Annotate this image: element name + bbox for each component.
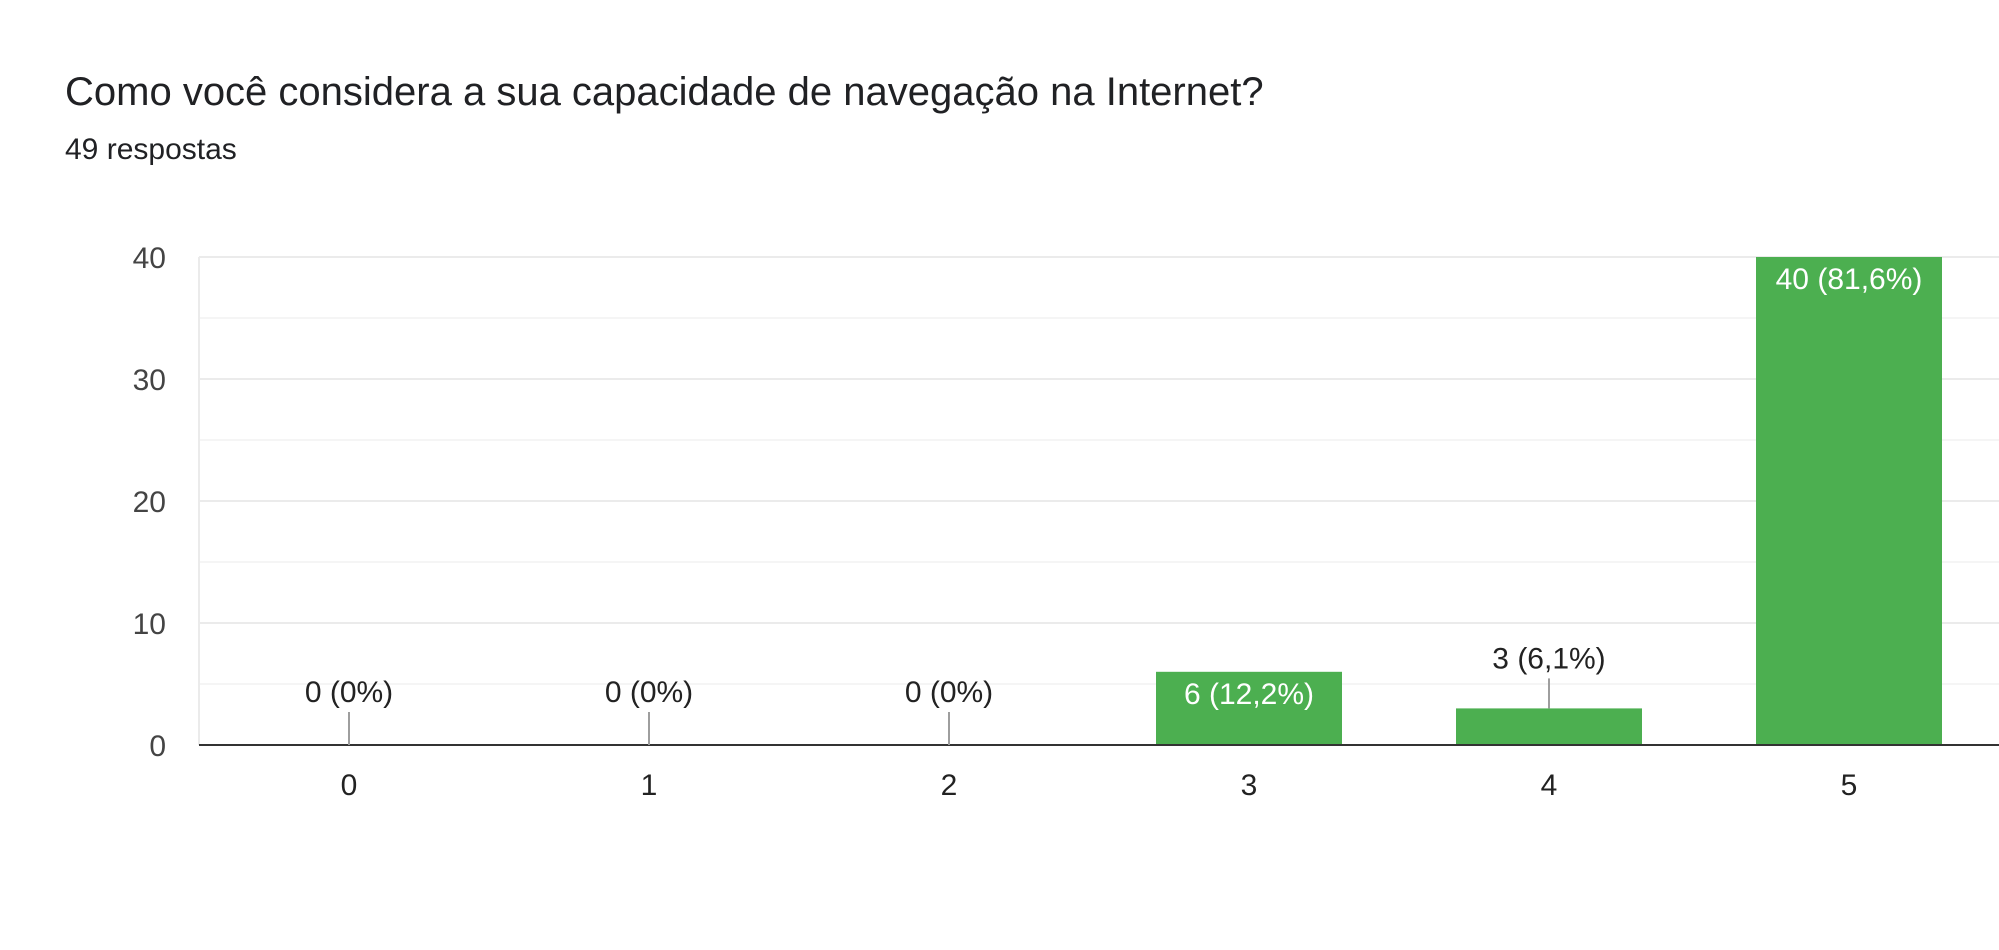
y-tick-label: 10 bbox=[133, 608, 166, 641]
bar bbox=[1756, 257, 1942, 745]
x-tick-label: 0 bbox=[341, 769, 358, 802]
data-label: 0 (0%) bbox=[605, 676, 693, 709]
data-labels: 0 (0%) 0 (0%) 0 (0%) 6 (12,2%) 3 (6,1%) 40 (8… bbox=[305, 263, 1923, 711]
y-tick-label: 30 bbox=[133, 364, 166, 397]
bar bbox=[1456, 708, 1642, 745]
data-label: 3 (6,1%) bbox=[1492, 642, 1605, 675]
x-tick-label: 2 bbox=[941, 769, 958, 802]
x-tick-label: 5 bbox=[1841, 769, 1858, 802]
x-tick-label: 1 bbox=[641, 769, 658, 802]
data-label: 6 (12,2%) bbox=[1184, 678, 1314, 711]
data-label: 0 (0%) bbox=[905, 676, 993, 709]
data-label: 0 (0%) bbox=[305, 676, 393, 709]
x-axis-ticks: 0 1 2 3 4 5 bbox=[341, 769, 1858, 802]
x-tick-label: 3 bbox=[1241, 769, 1258, 802]
y-tick-label: 0 bbox=[149, 730, 166, 763]
y-tick-label: 20 bbox=[133, 486, 166, 519]
grid-lines bbox=[198, 256, 1999, 745]
x-tick-label: 4 bbox=[1541, 769, 1558, 802]
bar-chart: 010203040 0 (0%) 0 (0%) 0 (0%) 6 (12,2%)3 (… bbox=[133, 242, 1999, 802]
y-tick-label: 40 bbox=[133, 242, 166, 275]
data-label: 40 (81,6%) bbox=[1776, 263, 1923, 296]
y-axis-ticks: 0 10 20 30 40 bbox=[133, 242, 166, 763]
